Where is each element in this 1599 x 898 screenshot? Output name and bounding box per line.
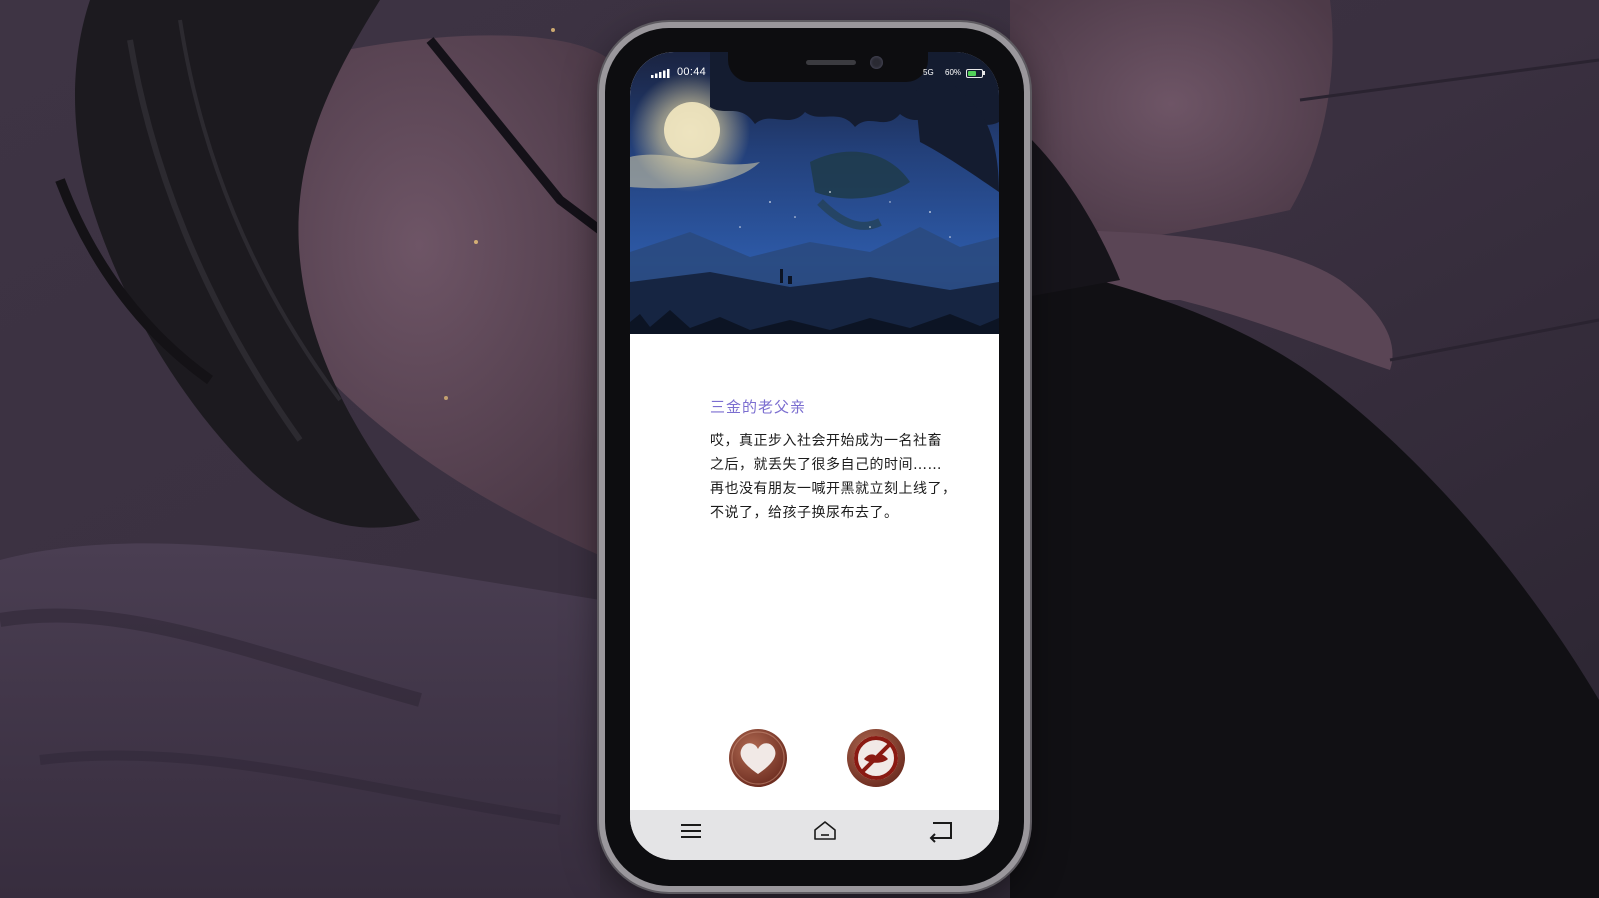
battery-icon — [966, 69, 983, 78]
post-body-line: 哎，真正步入社会开始成为一名社畜 — [710, 433, 942, 449]
battery-percentage: 60% — [945, 68, 962, 77]
like-button[interactable] — [728, 728, 788, 788]
game-scene: 00:44 5G 60% 三金的老父亲 哎，真正步入社会开始成为一名社畜 之后，… — [0, 0, 1599, 898]
dislike-button[interactable] — [846, 728, 906, 788]
no-kiss-icon — [847, 729, 905, 787]
nav-back-button[interactable] — [926, 816, 956, 846]
post-body-line: 不说了，给孩子换尿布去了。 — [710, 505, 899, 521]
status-time: 00:44 — [677, 66, 707, 78]
phone-screen: 00:44 5G 60% 三金的老父亲 哎，真正步入社会开始成为一名社畜 之后，… — [630, 52, 999, 860]
post-author[interactable]: 三金的老父亲 — [710, 396, 990, 417]
nav-home-button[interactable] — [810, 816, 840, 846]
post-body-line: 再也没有朋友一喊开黑就立刻上线了， — [710, 481, 957, 497]
post-body: 哎，真正步入社会开始成为一名社畜 之后，就丢失了很多自己的时间…… 再也没有朋友… — [710, 429, 990, 525]
post-body-line: 之后，就丢失了很多自己的时间…… — [710, 457, 942, 473]
post-image — [630, 52, 999, 334]
back-icon — [929, 822, 952, 843]
status-bar: 00:44 5G 60% — [630, 52, 999, 92]
nav-bar — [630, 810, 999, 860]
battery-fill — [968, 71, 976, 76]
phone-frame: 00:44 5G 60% 三金的老父亲 哎，真正步入社会开始成为一名社畜 之后，… — [605, 28, 1024, 886]
home-icon — [814, 821, 836, 840]
menu-icon — [681, 824, 701, 838]
battery-cap — [983, 71, 985, 75]
post-content: 三金的老父亲 哎，真正步入社会开始成为一名社畜 之后，就丢失了很多自己的时间……… — [710, 396, 990, 525]
nav-menu-button[interactable] — [676, 816, 706, 846]
network-type: 5G — [923, 68, 934, 77]
heart-icon — [729, 729, 787, 787]
signal-icon — [651, 69, 670, 78]
